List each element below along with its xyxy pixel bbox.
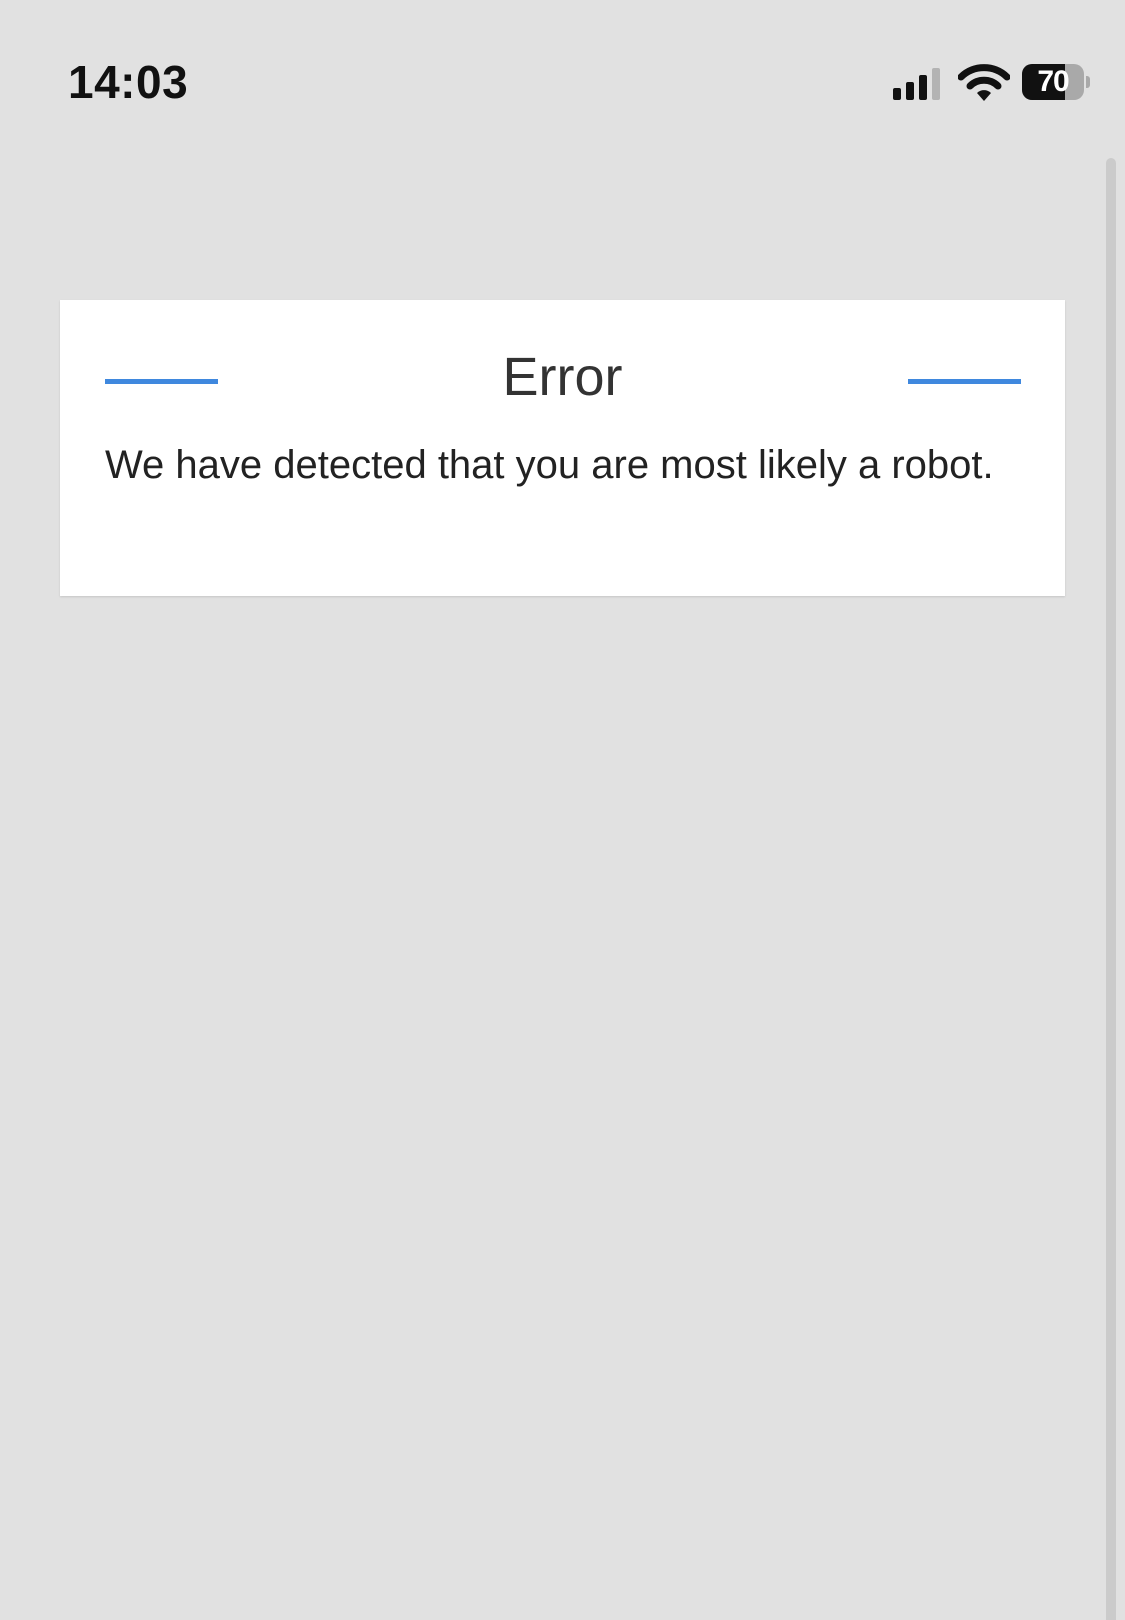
error-message: We have detected that you are most likel… (105, 443, 994, 487)
status-time: 14:03 (68, 56, 189, 108)
cellular-signal-icon (893, 68, 940, 100)
status-icons: 70 (890, 62, 1090, 102)
title-row: Error (105, 342, 1020, 412)
battery-icon: 70 (1022, 64, 1090, 102)
battery-cap (1086, 76, 1090, 88)
signal-bar (893, 88, 901, 100)
battery-body: 70 (1022, 64, 1084, 100)
status-bar: 14:03 70 (0, 0, 1125, 160)
battery-level: 70 (1037, 65, 1069, 98)
signal-bar (919, 75, 927, 100)
error-card: Error We have detected that you are most… (60, 300, 1065, 596)
wifi-icon (958, 64, 1010, 101)
scrollbar[interactable] (1106, 158, 1116, 1620)
signal-bar (906, 82, 914, 100)
signal-bar (932, 68, 940, 100)
error-title: Error (502, 347, 623, 407)
